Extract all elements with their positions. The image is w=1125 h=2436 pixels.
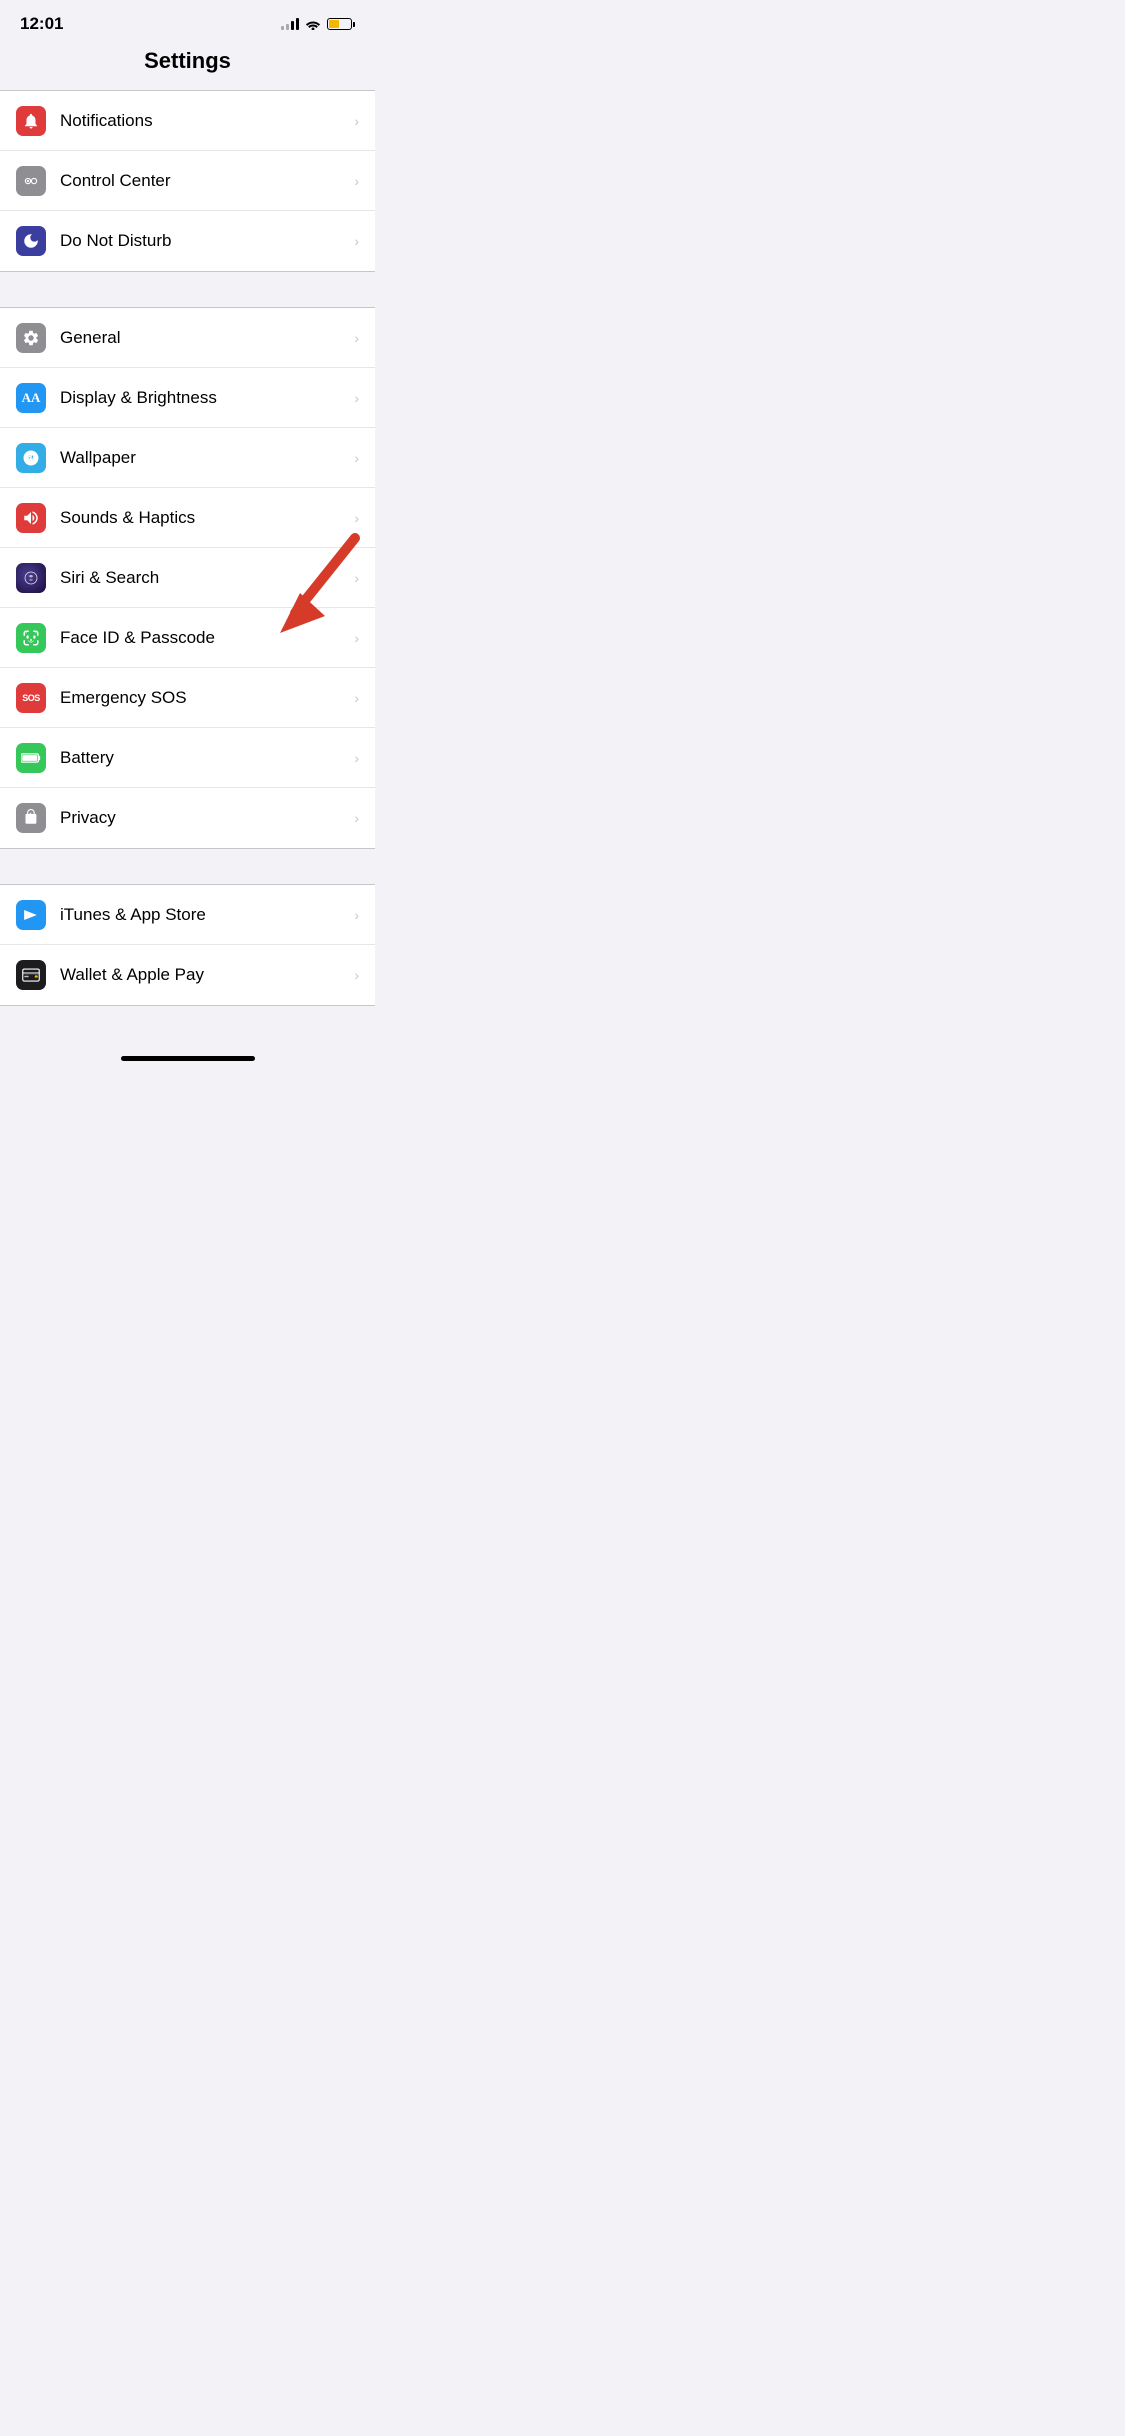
- siri-search-icon: [16, 563, 46, 593]
- wallet-apple-pay-chevron: ›: [354, 967, 359, 983]
- emergency-sos-icon: SOS: [16, 683, 46, 713]
- general-label: General: [60, 328, 346, 348]
- settings-item-siri-search[interactable]: Siri & Search ›: [0, 548, 375, 608]
- notifications-chevron: ›: [354, 113, 359, 129]
- status-bar: 12:01: [0, 0, 375, 42]
- notifications-label: Notifications: [60, 111, 346, 131]
- control-center-chevron: ›: [354, 173, 359, 189]
- siri-search-chevron: ›: [354, 570, 359, 586]
- do-not-disturb-icon: [16, 226, 46, 256]
- settings-item-itunes-app-store[interactable]: iTunes & App Store ›: [0, 885, 375, 945]
- siri-search-label: Siri & Search: [60, 568, 346, 588]
- display-brightness-chevron: ›: [354, 390, 359, 406]
- wallpaper-label: Wallpaper: [60, 448, 346, 468]
- page-title-bar: Settings: [0, 42, 375, 90]
- emergency-sos-chevron: ›: [354, 690, 359, 706]
- signal-icon: [281, 18, 299, 30]
- sounds-haptics-label: Sounds & Haptics: [60, 508, 346, 528]
- settings-item-do-not-disturb[interactable]: Do Not Disturb ›: [0, 211, 375, 271]
- sounds-haptics-icon: [16, 503, 46, 533]
- privacy-icon: [16, 803, 46, 833]
- emergency-sos-label: Emergency SOS: [60, 688, 346, 708]
- face-id-label: Face ID & Passcode: [60, 628, 346, 648]
- wallpaper-icon: [16, 443, 46, 473]
- general-icon: [16, 323, 46, 353]
- itunes-app-store-chevron: ›: [354, 907, 359, 923]
- battery-chevron: ›: [354, 750, 359, 766]
- settings-item-wallpaper[interactable]: Wallpaper ›: [0, 428, 375, 488]
- battery-label: Battery: [60, 748, 346, 768]
- do-not-disturb-label: Do Not Disturb: [60, 231, 346, 251]
- do-not-disturb-chevron: ›: [354, 233, 359, 249]
- settings-item-general[interactable]: General ›: [0, 308, 375, 368]
- itunes-app-store-icon: [16, 900, 46, 930]
- settings-item-battery[interactable]: Battery ›: [0, 728, 375, 788]
- privacy-chevron: ›: [354, 810, 359, 826]
- notifications-icon: [16, 106, 46, 136]
- itunes-app-store-label: iTunes & App Store: [60, 905, 346, 925]
- settings-group-2: General › AA Display & Brightness › Wall…: [0, 307, 375, 849]
- control-center-icon: [16, 166, 46, 196]
- face-id-icon: [16, 623, 46, 653]
- settings-item-display-brightness[interactable]: AA Display & Brightness ›: [0, 368, 375, 428]
- settings-item-sounds-haptics[interactable]: Sounds & Haptics ›: [0, 488, 375, 548]
- settings-item-wallet-apple-pay[interactable]: Wallet & Apple Pay ›: [0, 945, 375, 1005]
- home-indicator: [0, 1046, 375, 1069]
- battery-status-icon: [327, 18, 355, 30]
- wallet-apple-pay-label: Wallet & Apple Pay: [60, 965, 346, 985]
- wallet-apple-pay-icon: [16, 960, 46, 990]
- settings-item-control-center[interactable]: Control Center ›: [0, 151, 375, 211]
- section-gap-1: [0, 272, 375, 307]
- settings-item-emergency-sos[interactable]: SOS Emergency SOS ›: [0, 668, 375, 728]
- wallpaper-chevron: ›: [354, 450, 359, 466]
- settings-group-1: Notifications › Control Center › Do Not …: [0, 90, 375, 272]
- sounds-haptics-chevron: ›: [354, 510, 359, 526]
- display-brightness-label: Display & Brightness: [60, 388, 346, 408]
- settings-item-privacy[interactable]: Privacy ›: [0, 788, 375, 848]
- privacy-label: Privacy: [60, 808, 346, 828]
- bottom-space: [0, 1006, 375, 1046]
- page-title: Settings: [0, 48, 375, 74]
- settings-group-3: iTunes & App Store › Wallet & Apple Pay …: [0, 884, 375, 1006]
- wifi-icon: [305, 18, 321, 30]
- settings-item-notifications[interactable]: Notifications ›: [0, 91, 375, 151]
- control-center-label: Control Center: [60, 171, 346, 191]
- status-time: 12:01: [20, 14, 63, 34]
- battery-icon: [16, 743, 46, 773]
- home-bar: [121, 1056, 255, 1061]
- status-icons: [281, 18, 355, 30]
- section-gap-2: [0, 849, 375, 884]
- general-chevron: ›: [354, 330, 359, 346]
- display-brightness-icon: AA: [16, 383, 46, 413]
- face-id-chevron: ›: [354, 630, 359, 646]
- settings-item-face-id[interactable]: Face ID & Passcode ›: [0, 608, 375, 668]
